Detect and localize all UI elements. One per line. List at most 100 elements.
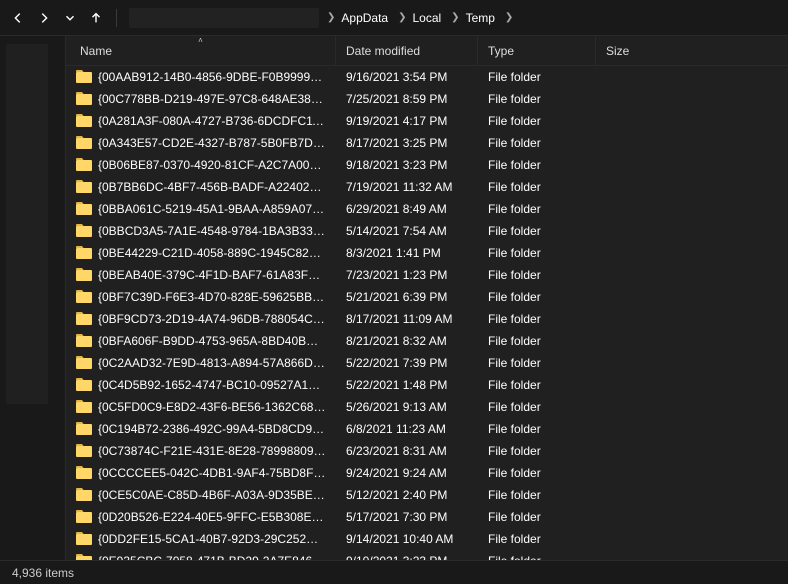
breadcrumb-item[interactable]: Temp <box>464 4 501 32</box>
file-name: {0BE44229-C21D-4058-889C-1945C820A1... <box>98 246 326 260</box>
navigation-pane[interactable] <box>0 36 66 560</box>
file-name: {0B06BE87-0370-4920-81CF-A2C7A005FB... <box>98 158 326 172</box>
cell-type: File folder <box>478 510 596 524</box>
file-row[interactable]: {0BF9CD73-2D19-4A74-96DB-788054C13...8/1… <box>66 308 788 330</box>
folder-icon <box>76 290 92 304</box>
folder-icon <box>76 378 92 392</box>
cell-type: File folder <box>478 180 596 194</box>
folder-icon <box>76 532 92 546</box>
column-header-size[interactable]: Size <box>596 36 696 65</box>
column-header-name[interactable]: ˄ Name <box>66 36 336 65</box>
cell-type: File folder <box>478 422 596 436</box>
column-header-type[interactable]: Type <box>478 36 596 65</box>
file-name: {0C73874C-F21E-431E-8E28-789988094BF5} <box>98 444 326 458</box>
cell-date: 5/17/2021 7:30 PM <box>336 510 478 524</box>
folder-icon <box>76 136 92 150</box>
cell-type: File folder <box>478 246 596 260</box>
arrow-right-icon <box>37 11 51 25</box>
forward-button[interactable] <box>32 6 56 30</box>
cell-name: {0D20B526-E224-40E5-9FFC-E5B308EA57... <box>66 510 336 524</box>
cell-name: {0C73874C-F21E-431E-8E28-789988094BF5} <box>66 444 336 458</box>
file-row[interactable]: {00C778BB-D219-497E-97C8-648AE387A7...7/… <box>66 88 788 110</box>
breadcrumb-item[interactable]: Local <box>410 4 447 32</box>
file-row[interactable]: {0BEAB40E-379C-4F1D-BAF7-61A83FD6B...7/2… <box>66 264 788 286</box>
chevron-down-icon <box>63 11 77 25</box>
cell-name: {0B7BB6DC-4BF7-456B-BADF-A22402ECB... <box>66 180 336 194</box>
cell-type: File folder <box>478 290 596 304</box>
file-list-pane: ˄ Name Date modified Type Size {00AAB912… <box>66 36 788 560</box>
file-name: {00AAB912-14B0-4856-9DBE-F0B999918A... <box>98 70 326 84</box>
cell-name: {0BF9CD73-2D19-4A74-96DB-788054C13... <box>66 312 336 326</box>
chevron-right-icon[interactable]: ❯ <box>394 12 410 23</box>
cell-date: 5/21/2021 6:39 PM <box>336 290 478 304</box>
folder-icon <box>76 422 92 436</box>
cell-date: 5/22/2021 7:39 PM <box>336 356 478 370</box>
file-row[interactable]: {0BBCD3A5-7A1E-4548-9784-1BA3B33E6... 5/1… <box>66 220 788 242</box>
arrow-up-icon <box>89 11 103 25</box>
file-name: {0BBA061C-5219-45A1-9BAA-A859A0782... <box>98 202 326 216</box>
navigation-bar: ❯ AppData ❯ Local ❯ Temp ❯ <box>0 0 788 36</box>
cell-name: {0BBA061C-5219-45A1-9BAA-A859A0782... <box>66 202 336 216</box>
file-row[interactable]: {0C73874C-F21E-431E-8E28-789988094BF5} 6/… <box>66 440 788 462</box>
file-row[interactable]: {0C4D5B92-1652-4747-BC10-09527A102B...5/… <box>66 374 788 396</box>
file-name: {0CE5C0AE-C85D-4B6F-A03A-9D35BE42B... <box>98 488 326 502</box>
item-count: 4,936 items <box>12 566 74 580</box>
file-row[interactable]: {0DD2FE15-5CA1-40B7-92D3-29C252E31...9/1… <box>66 528 788 550</box>
file-row[interactable]: {0C194B72-2386-492C-99A4-5BD8CD9A0...6/8… <box>66 418 788 440</box>
file-row[interactable]: {00AAB912-14B0-4856-9DBE-F0B999918A... 9/… <box>66 66 788 88</box>
up-button[interactable] <box>84 6 108 30</box>
folder-icon <box>76 180 92 194</box>
chevron-right-icon[interactable]: ❯ <box>323 12 339 23</box>
cell-type: File folder <box>478 136 596 150</box>
nav-tree-placeholder <box>6 44 48 404</box>
cell-date: 6/23/2021 8:31 AM <box>336 444 478 458</box>
folder-icon <box>76 356 92 370</box>
file-row[interactable]: {0D20B526-E224-40E5-9FFC-E5B308EA57...5/… <box>66 506 788 528</box>
file-name: {0C194B72-2386-492C-99A4-5BD8CD9A0... <box>98 422 326 436</box>
column-header-date[interactable]: Date modified <box>336 36 478 65</box>
folder-icon <box>76 70 92 84</box>
file-row[interactable]: {0C2AAD32-7E9D-4813-A894-57A866DCF... 5/2… <box>66 352 788 374</box>
file-name: {0BBCD3A5-7A1E-4548-9784-1BA3B33E6... <box>98 224 326 238</box>
cell-type: File folder <box>478 466 596 480</box>
address-bar[interactable]: ❯ AppData ❯ Local ❯ Temp ❯ <box>123 4 782 32</box>
breadcrumb-hidden-segment[interactable] <box>129 8 319 28</box>
file-row[interactable]: {0BF7C39D-F6E3-4D70-828E-59625BBD21...5/… <box>66 286 788 308</box>
breadcrumb-item[interactable]: AppData <box>339 4 394 32</box>
file-name: {0BF9CD73-2D19-4A74-96DB-788054C13... <box>98 312 326 326</box>
folder-icon <box>76 224 92 238</box>
file-row[interactable]: {0CE5C0AE-C85D-4B6F-A03A-9D35BE42B...5/1… <box>66 484 788 506</box>
folder-icon <box>76 510 92 524</box>
cell-date: 9/14/2021 10:40 AM <box>336 532 478 546</box>
file-row[interactable]: {0BFA606F-B9DD-4753-965A-8BD40BA79...8/2… <box>66 330 788 352</box>
chevron-right-icon[interactable]: ❯ <box>501 12 517 23</box>
cell-date: 9/24/2021 9:24 AM <box>336 466 478 480</box>
cell-type: File folder <box>478 532 596 546</box>
file-name: {0B7BB6DC-4BF7-456B-BADF-A22402ECB... <box>98 180 326 194</box>
file-row[interactable]: {0BE44229-C21D-4058-889C-1945C820A1...8/… <box>66 242 788 264</box>
file-name: {00C778BB-D219-497E-97C8-648AE387A7... <box>98 92 326 106</box>
file-row[interactable]: {0A281A3F-080A-4727-B736-6DCDFC110...9/1… <box>66 110 788 132</box>
file-row[interactable]: {0CCCCEE5-042C-4DB1-9AF4-75BD8F311...9/2… <box>66 462 788 484</box>
cell-date: 5/14/2021 7:54 AM <box>336 224 478 238</box>
file-row[interactable]: {0B06BE87-0370-4920-81CF-A2C7A005FB...9/… <box>66 154 788 176</box>
back-button[interactable] <box>6 6 30 30</box>
cell-type: File folder <box>478 268 596 282</box>
file-rows-container: {00AAB912-14B0-4856-9DBE-F0B999918A... 9/… <box>66 66 788 560</box>
arrow-left-icon <box>11 11 25 25</box>
recent-locations-button[interactable] <box>58 6 82 30</box>
file-row[interactable]: {0C5FD0C9-E8D2-43F6-BE56-1362C683D2...5/… <box>66 396 788 418</box>
cell-date: 9/16/2021 3:54 PM <box>336 70 478 84</box>
file-row[interactable]: {0E935CBC-7058-471B-BD29-2A7E8467D7...9/… <box>66 550 788 560</box>
file-row[interactable]: {0BBA061C-5219-45A1-9BAA-A859A0782...6/2… <box>66 198 788 220</box>
cell-name: {00AAB912-14B0-4856-9DBE-F0B999918A... <box>66 70 336 84</box>
cell-name: {0C4D5B92-1652-4747-BC10-09527A102B... <box>66 378 336 392</box>
chevron-right-icon[interactable]: ❯ <box>447 12 463 23</box>
cell-date: 8/21/2021 8:32 AM <box>336 334 478 348</box>
cell-type: File folder <box>478 378 596 392</box>
cell-date: 8/17/2021 3:25 PM <box>336 136 478 150</box>
nav-separator <box>116 9 117 27</box>
file-row[interactable]: {0B7BB6DC-4BF7-456B-BADF-A22402ECB...7/1… <box>66 176 788 198</box>
file-name: {0C2AAD32-7E9D-4813-A894-57A866DCF... <box>98 356 326 370</box>
file-row[interactable]: {0A343E57-CD2E-4327-B787-5B0FB7D22A...8/… <box>66 132 788 154</box>
